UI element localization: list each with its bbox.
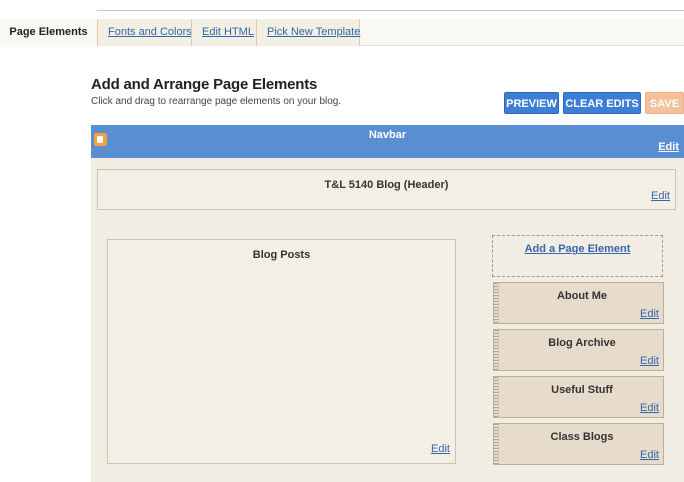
blog-posts-title: Blog Posts — [252, 249, 311, 261]
widget-title: Class Blogs — [550, 431, 614, 443]
drag-handle-icon[interactable] — [494, 377, 499, 417]
blog-posts-edit-link[interactable]: Edit — [431, 443, 450, 455]
drag-handle-icon[interactable] — [494, 330, 499, 370]
blog-posts-element[interactable]: Blog Posts Edit — [107, 239, 456, 464]
widget-title: About Me — [556, 290, 608, 302]
add-page-element-link[interactable]: Add a Page Element — [493, 243, 662, 255]
widget-title: Blog Archive — [548, 337, 616, 349]
widget-class-blogs[interactable]: Class Blogs Edit — [493, 423, 664, 465]
widget-about-me[interactable]: About Me Edit — [493, 282, 664, 324]
navbar-title: Navbar — [368, 129, 407, 141]
tab-pick-new-template[interactable]: Pick New Template — [256, 19, 360, 46]
header-element[interactable]: T&L 5140 Blog (Header) Edit — [97, 169, 676, 210]
drag-handle-icon[interactable] — [494, 424, 499, 464]
widget-edit-link[interactable]: Edit — [640, 308, 659, 320]
navbar-edit-link[interactable]: Edit — [658, 141, 679, 153]
widget-blog-archive[interactable]: Blog Archive Edit — [493, 329, 664, 371]
drag-handle-icon[interactable] — [494, 283, 499, 323]
save-button[interactable]: SAVE — [645, 92, 684, 114]
header-edit-link[interactable]: Edit — [651, 190, 670, 202]
header-title: T&L 5140 Blog (Header) — [324, 179, 449, 191]
navbar-element[interactable]: Navbar Edit — [91, 125, 684, 158]
widget-edit-link[interactable]: Edit — [640, 449, 659, 461]
page-subtitle: Click and drag to rearrange page element… — [91, 96, 342, 107]
widget-edit-link[interactable]: Edit — [640, 355, 659, 367]
add-page-element-box[interactable]: Add a Page Element — [492, 235, 663, 277]
page-title: Add and Arrange Page Elements — [91, 76, 318, 93]
clear-edits-button[interactable]: CLEAR EDITS — [563, 92, 641, 114]
preview-button[interactable]: PREVIEW — [504, 92, 559, 114]
tab-page-elements[interactable]: Page Elements — [0, 19, 97, 46]
widget-useful-stuff[interactable]: Useful Stuff Edit — [493, 376, 664, 418]
widget-title: Useful Stuff — [551, 384, 613, 396]
tab-fonts-and-colors[interactable]: Fonts and Colors — [97, 19, 192, 46]
tab-edit-html[interactable]: Edit HTML — [191, 19, 256, 46]
widget-edit-link[interactable]: Edit — [640, 402, 659, 414]
tab-bar-divider — [97, 10, 684, 11]
